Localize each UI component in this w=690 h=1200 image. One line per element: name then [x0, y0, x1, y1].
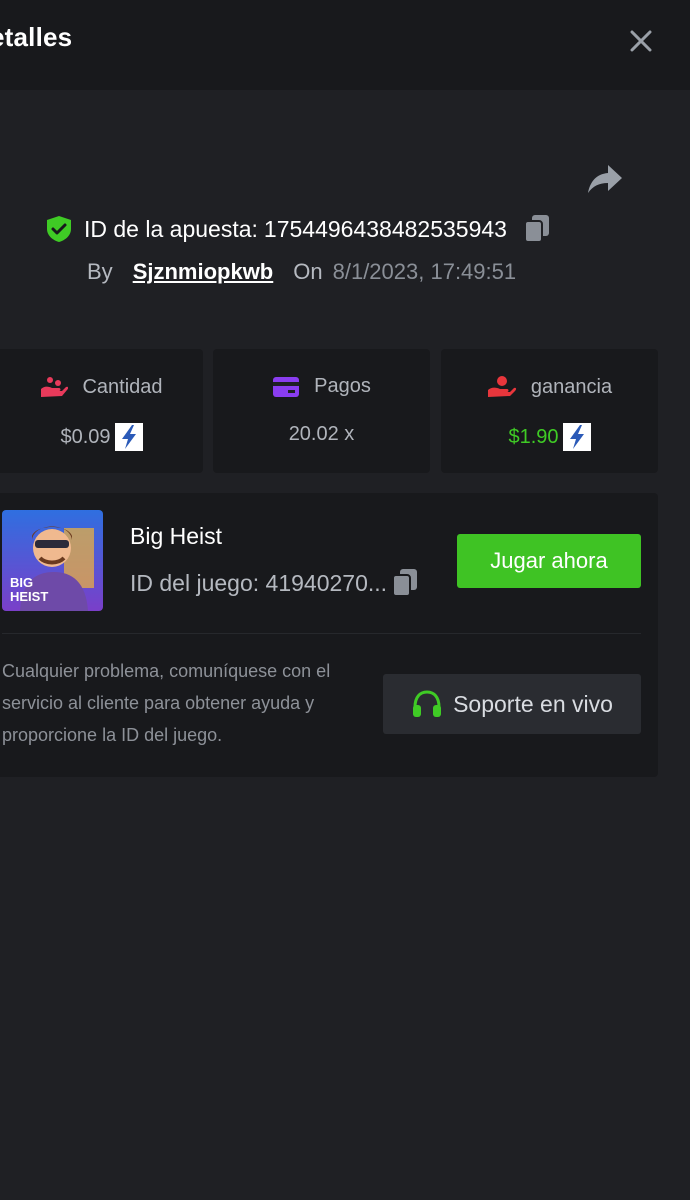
stat-value: $0.09: [60, 425, 111, 448]
support-label: Soporte en vivo: [453, 690, 613, 717]
stat-value: 20.02 x: [288, 423, 355, 445]
game-name: Big Heist: [130, 523, 223, 549]
copy-icon: [523, 215, 549, 243]
verified-shield-icon: [47, 216, 71, 242]
share-button[interactable]: [584, 160, 626, 198]
stat-value: $1.90: [508, 425, 559, 448]
by-label: By: [87, 259, 113, 284]
stat-label: Cantidad: [82, 375, 163, 398]
lightning-currency-icon: [114, 423, 143, 451]
header: etalles: [0, 0, 690, 90]
close-button[interactable]: [622, 22, 660, 60]
copy-game-id-button[interactable]: [391, 568, 419, 598]
game-id-row: ID del juego: 41940270...: [130, 567, 419, 599]
game-thumbnail[interactable]: BIG HEIST: [2, 510, 103, 611]
card-icon: [272, 376, 300, 398]
game-panel: BIG HEIST Big Heist ID del juego: 419402…: [0, 493, 658, 777]
bet-date: 8/1/2023, 17:49:51: [332, 259, 517, 284]
copy-icon: [392, 569, 418, 597]
bet-id-value: 1754496438482535943: [263, 215, 507, 242]
bet-id-label: ID de la apuesta:: [84, 215, 258, 242]
username-link[interactable]: Sjznmiopkwb: [133, 259, 274, 285]
thumb-title: BIG: [10, 575, 33, 590]
play-now-button[interactable]: Jugar ahora: [457, 534, 641, 588]
stat-card-pagos: Pagos 20.02 x: [213, 349, 430, 473]
lightning-currency-icon: [562, 423, 591, 451]
stat-label: Pagos: [314, 375, 371, 397]
stat-card-ganancia: ganancia $1.90: [441, 349, 658, 473]
close-icon: [630, 30, 652, 52]
hand-money-icon: [487, 375, 517, 399]
bet-id-row: ID de la apuesta: 1754496438482535943: [46, 212, 551, 246]
stat-label: ganancia: [530, 375, 613, 398]
headset-icon: [411, 689, 443, 719]
copy-bet-id-button[interactable]: [523, 214, 551, 244]
hand-coins-icon: [40, 375, 69, 399]
page-title: etalles: [0, 22, 73, 52]
live-support-button[interactable]: Soporte en vivo: [383, 674, 641, 734]
bet-meta-row: By Sjznmiopkwb On 8/1/2023, 17:49:51: [87, 256, 516, 288]
share-icon: [588, 165, 622, 193]
help-text: Cualquier problema, comuníquese con el s…: [2, 661, 331, 745]
game-id: ID del juego: 41940270...: [130, 569, 388, 596]
divider: [2, 633, 641, 634]
on-label: On: [293, 259, 323, 284]
thumb-title: HEIST: [10, 589, 48, 604]
stat-card-cantidad: Cantidad $0.09: [0, 349, 203, 473]
